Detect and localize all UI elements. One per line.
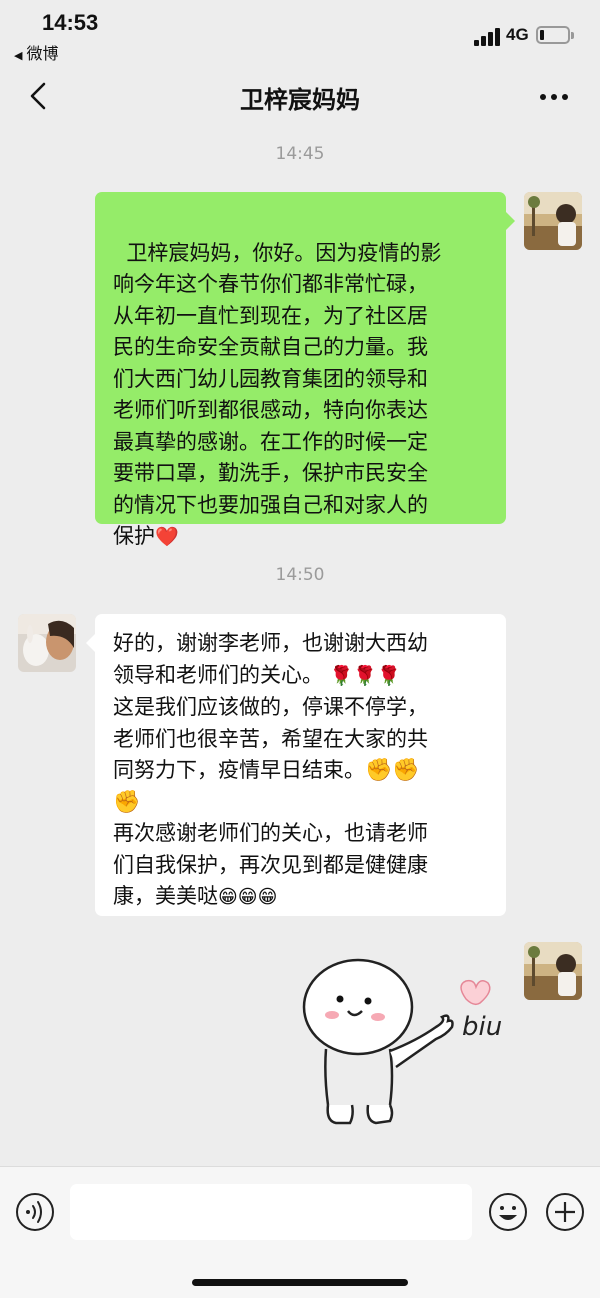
more-dots-icon[interactable] (536, 80, 572, 112)
status-time: 14:53 (42, 10, 99, 35)
my-avatar[interactable] (524, 192, 582, 250)
message-line: 康，美美哒 (113, 884, 218, 908)
sticker-message[interactable]: biu (296, 955, 520, 1135)
message-input[interactable] (70, 1184, 472, 1240)
signal-icon (474, 28, 502, 46)
message-line: 老师们也很辛苦，希望在大家的共 (113, 726, 428, 751)
back-app-label: 微博 (26, 44, 59, 63)
sticker-text: biu (462, 1012, 502, 1042)
outgoing-message-bubble[interactable]: 卫梓宸妈妈，你好。因为疫情的影 响今年这个春节你们都非常忙碌， 从年初一直忙到现… (95, 192, 515, 548)
heart-emoji: ❤️ (155, 526, 179, 548)
message-line: 再次感谢老师们的关心，也请老师 (113, 821, 428, 845)
my-avatar[interactable] (524, 942, 582, 1000)
back-triangle-icon: ◀ (14, 49, 23, 62)
rose-emoji: 🌹🌹🌹 (329, 664, 401, 687)
emoji-smile-icon[interactable] (488, 1192, 528, 1232)
biu-sticker-image: biu (302, 958, 502, 1125)
message-text: 卫梓宸妈妈，你好。因为疫情的影 响今年这个春节你们都非常忙碌， 从年初一直忙到现… (113, 240, 442, 549)
status-bar: 14:53 ◀ 微博 4G (0, 0, 600, 68)
message-line: 同努力下，疫情早日结束。 (113, 758, 365, 782)
fist-emoji: ✊ (113, 789, 141, 815)
message-line: 好的，谢谢李老师，也谢谢大西幼 (113, 631, 428, 655)
home-indicator[interactable] (192, 1279, 408, 1286)
message-timestamp: 14:45 (275, 144, 325, 164)
voice-icon[interactable] (15, 1192, 55, 1232)
message-line: 领导和老师们的关心。 (113, 662, 323, 687)
message-line: 们自我保护，再次见到都是健健康 (113, 852, 428, 877)
contact-avatar[interactable] (18, 614, 76, 672)
message-line: 这是我们应该做的，停课不停学， (113, 695, 428, 719)
plus-icon[interactable] (545, 1192, 585, 1232)
network-type: 4G (506, 25, 529, 44)
message-timestamp: 14:50 (275, 565, 325, 585)
chat-header: 卫梓宸妈妈 (0, 68, 600, 126)
grin-emoji: 😁😁😁 (218, 886, 278, 908)
battery-icon (536, 26, 574, 44)
fist-emoji: ✊✊ (365, 758, 420, 783)
back-to-app-link[interactable]: ◀ 微博 (14, 40, 58, 64)
incoming-message-bubble[interactable]: 好的，谢谢李老师，也谢谢大西幼 领导和老师们的关心。 🌹🌹🌹 这是我们应该做的，… (86, 614, 506, 916)
chat-title: 卫梓宸妈妈 (240, 86, 360, 114)
